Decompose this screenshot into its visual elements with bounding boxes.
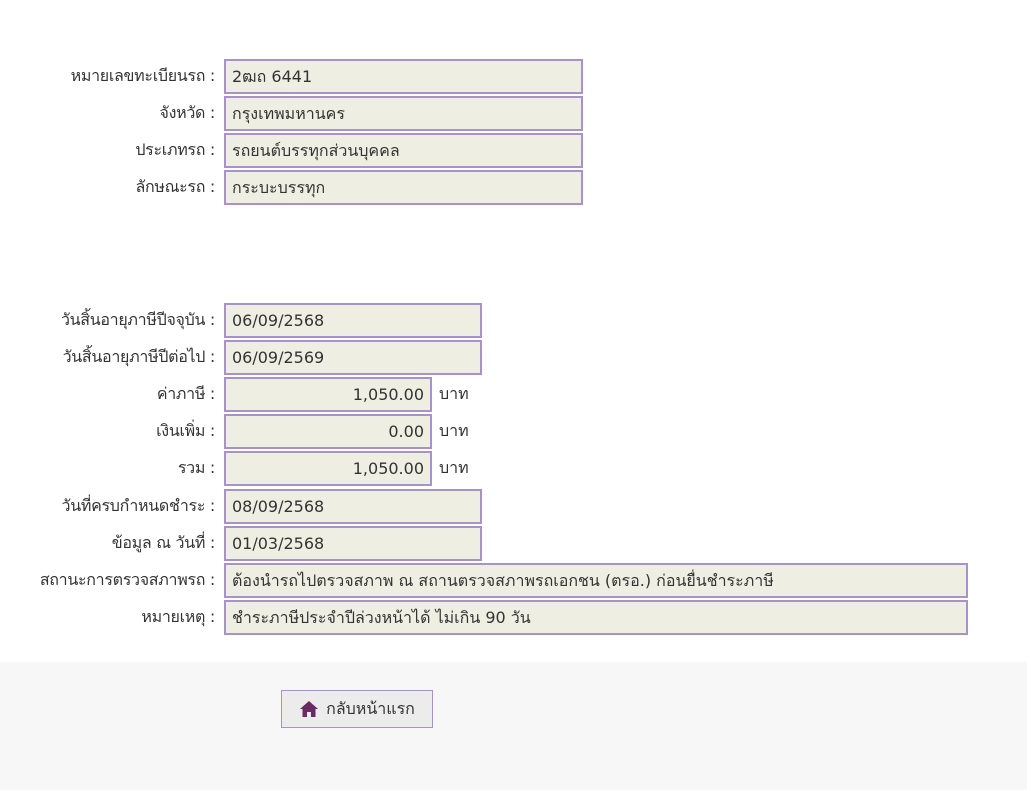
remark-field: ชำระภาษีประจำปีล่วงหน้าได้ ไม่เกิน 90 วั…	[224, 600, 968, 635]
home-button[interactable]: กลับหน้าแรก	[281, 690, 433, 728]
vehicle-type-row: ประเภทรถ : รถยนต์บรรทุกส่วนบุคคล	[0, 133, 583, 168]
vehicle-body-field: กระบะบรรทุก	[224, 170, 583, 205]
due-date-row: วันที่ครบกำหนดชำระ : 08/09/2568	[0, 489, 482, 524]
tax-fee-unit: บาท	[439, 384, 469, 403]
due-date-label: วันที่ครบกำหนดชำระ :	[61, 496, 216, 515]
surcharge-label: เงินเพิ่ม :	[156, 421, 215, 440]
inspection-row: สถานะการตรวจสภาพรถ : ต้องนำรถไปตรวจสภาพ …	[0, 563, 968, 598]
home-icon	[299, 700, 319, 718]
next-expiry-field: 06/09/2569	[224, 340, 482, 375]
data-as-of-field: 01/03/2568	[224, 526, 482, 561]
current-expiry-label: วันสิ้นอายุภาษีปีจจุบัน :	[60, 310, 215, 329]
vehicle-body-row: ลักษณะรถ : กระบะบรรทุก	[0, 170, 583, 205]
plate-label: หมายเลขทะเบียนรถ :	[70, 66, 216, 85]
tax-fee-field: 1,050.00	[224, 377, 432, 412]
province-label: จังหวัด :	[159, 103, 216, 122]
inspection-label: สถานะการตรวจสภาพรถ :	[39, 570, 215, 589]
surcharge-field: 0.00	[224, 414, 432, 449]
total-field: 1,050.00	[224, 451, 432, 486]
current-expiry-row: วันสิ้นอายุภาษีปีจจุบัน : 06/09/2568	[0, 303, 482, 338]
remark-row: หมายเหตุ : ชำระภาษีประจำปีล่วงหน้าได้ ไม…	[0, 600, 968, 635]
tax-fee-row: ค่าภาษี : 1,050.00 บาท	[0, 377, 469, 412]
data-as-of-row: ข้อมูล ณ วันที่ : 01/03/2568	[0, 526, 482, 561]
vehicle-type-label: ประเภทรถ :	[135, 140, 215, 159]
vehicle-type-field: รถยนต์บรรทุกส่วนบุคคล	[224, 133, 583, 168]
surcharge-row: เงินเพิ่ม : 0.00 บาท	[0, 414, 469, 449]
vehicle-body-label: ลักษณะรถ :	[135, 177, 215, 196]
current-expiry-field: 06/09/2568	[224, 303, 482, 338]
plate-field: 2ฒถ 6441	[224, 59, 583, 94]
next-expiry-row: วันสิ้นอายุภาษีปีต่อไป : 06/09/2569	[0, 340, 482, 375]
total-row: รวม : 1,050.00 บาท	[0, 451, 469, 486]
data-as-of-label: ข้อมูล ณ วันที่ :	[111, 533, 216, 552]
surcharge-unit: บาท	[439, 421, 469, 440]
plate-row: หมายเลขทะเบียนรถ : 2ฒถ 6441	[0, 59, 583, 94]
total-unit: บาท	[439, 458, 469, 477]
remark-label: หมายเหตุ :	[141, 607, 215, 626]
province-row: จังหวัด : กรุงเทพมหานคร	[0, 96, 583, 131]
inspection-field: ต้องนำรถไปตรวจสภาพ ณ สถานตรวจสภาพรถเอกชน…	[224, 563, 968, 598]
next-expiry-label: วันสิ้นอายุภาษีปีต่อไป :	[62, 347, 216, 366]
tax-fee-label: ค่าภาษี :	[156, 384, 215, 403]
footer-area: กลับหน้าแรก	[0, 662, 1027, 790]
due-date-field: 08/09/2568	[224, 489, 482, 524]
home-button-label: กลับหน้าแรก	[326, 698, 415, 718]
total-label: รวม :	[177, 458, 215, 477]
vehicle-tax-info-panel: หมายเลขทะเบียนรถ : 2ฒถ 6441 จังหวัด : กร…	[0, 0, 1027, 662]
province-field: กรุงเทพมหานคร	[224, 96, 583, 131]
